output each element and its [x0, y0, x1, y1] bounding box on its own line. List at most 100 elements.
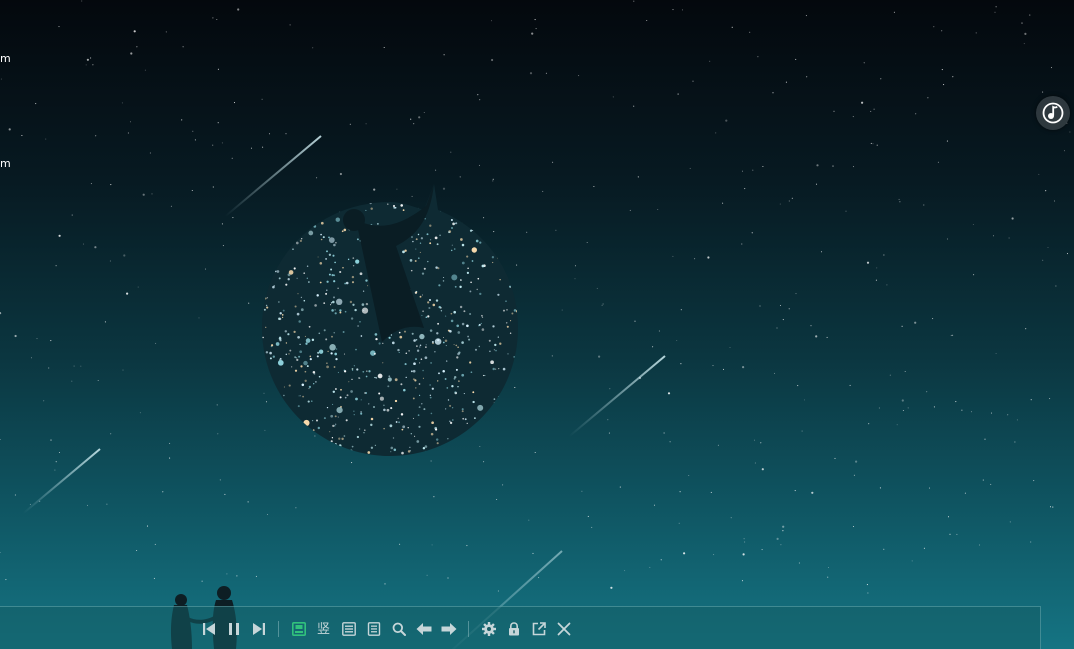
star	[149, 152, 151, 154]
glitter-dot	[481, 264, 485, 268]
pause-button[interactable]	[221, 616, 246, 642]
glitter-dot	[507, 353, 509, 355]
star	[450, 151, 452, 153]
glitter-dot	[435, 266, 438, 269]
star	[608, 432, 610, 434]
glitter-dot	[489, 350, 491, 353]
glitter-dot	[475, 220, 478, 224]
glitter-dot	[498, 368, 500, 370]
glitter-dot	[492, 367, 495, 371]
glitter-dot	[369, 201, 372, 205]
glitter-dot	[291, 366, 293, 368]
glitter-dot	[446, 387, 449, 389]
star	[153, 577, 155, 579]
glitter-dot	[421, 403, 423, 405]
glitter-dot	[348, 381, 350, 383]
glitter-dot	[478, 324, 480, 327]
settings-button[interactable]	[476, 616, 501, 642]
lyrics-forward-button[interactable]	[436, 616, 461, 642]
glitter-dot	[468, 338, 471, 341]
star	[1049, 506, 1052, 508]
star	[676, 339, 678, 342]
open-external-button[interactable]	[526, 616, 551, 642]
glitter-dot	[263, 209, 266, 212]
qq-music-floating-icon[interactable]	[1036, 96, 1070, 130]
star	[459, 176, 461, 178]
glitter-dot	[295, 460, 297, 462]
star	[660, 559, 662, 561]
star	[683, 552, 686, 555]
glitter-dot	[515, 275, 518, 282]
glitter-dot	[314, 450, 317, 453]
glitter-dot	[495, 349, 497, 352]
star	[555, 229, 557, 231]
glitter-dot	[506, 403, 509, 406]
glitter-dot	[403, 330, 407, 333]
glitter-dot	[497, 257, 499, 259]
glitter-dot	[334, 312, 337, 315]
star	[978, 544, 981, 546]
star	[995, 6, 997, 8]
star	[312, 47, 314, 49]
star	[667, 392, 671, 395]
glitter-dot	[379, 396, 384, 401]
glitter-dot	[336, 298, 343, 305]
glitter-dot	[510, 186, 513, 189]
glitter-dot	[277, 317, 281, 320]
glitter-dot	[330, 414, 334, 418]
glitter-dot	[367, 451, 371, 454]
vertical-lyrics-button[interactable]: 竖	[311, 616, 336, 642]
close-button[interactable]	[551, 616, 576, 642]
star	[677, 93, 679, 95]
theme-button[interactable]	[286, 616, 311, 642]
glitter-dot	[349, 300, 353, 304]
glitter-dot	[400, 383, 403, 386]
glitter-dot	[303, 181, 305, 183]
glitter-dot	[308, 443, 311, 446]
lyrics-file-button[interactable]	[361, 616, 386, 642]
glitter-dot	[263, 367, 265, 369]
star	[433, 496, 435, 498]
glitter-dot	[314, 434, 316, 436]
star	[1011, 217, 1014, 220]
glitter-dot	[331, 335, 333, 338]
glitter-dot	[344, 310, 347, 313]
glitter-dot	[367, 403, 370, 405]
glitter-dot	[353, 414, 355, 416]
star	[217, 122, 219, 124]
glitter-dot	[326, 406, 329, 409]
glitter-dot	[314, 380, 317, 383]
glitter-dot	[293, 239, 295, 242]
star	[129, 121, 132, 123]
star	[637, 176, 639, 178]
glitter-dot	[510, 320, 512, 322]
glitter-dot	[278, 256, 281, 259]
next-track-button[interactable]	[246, 616, 271, 642]
glitter-dot	[373, 406, 375, 408]
glitter-dot	[365, 302, 369, 306]
glitter-dot	[469, 361, 472, 364]
glitter-dot	[474, 225, 477, 228]
glitter-dot	[265, 304, 268, 307]
glitter-dot	[385, 188, 389, 191]
star	[803, 399, 806, 401]
lock-button[interactable]	[501, 616, 526, 642]
glitter-dot	[265, 278, 268, 281]
starfield	[0, 0, 1071, 594]
star	[181, 119, 183, 121]
search-lyrics-button[interactable]	[386, 616, 411, 642]
glitter-dot	[427, 260, 429, 263]
previous-track-button[interactable]	[196, 616, 221, 642]
glitter-dot	[518, 446, 522, 450]
glitter-dot	[364, 186, 367, 189]
glitter-dot	[399, 335, 403, 339]
lyrics-backward-button[interactable]	[411, 616, 436, 642]
glitter-dot	[375, 377, 378, 379]
glitter-dot	[470, 446, 473, 449]
glitter-dot	[352, 369, 354, 371]
glitter-dot	[298, 355, 301, 358]
glitter-dot	[281, 314, 284, 316]
glitter-dot	[345, 419, 348, 422]
glitter-dot	[442, 280, 445, 282]
karaoke-button[interactable]	[336, 616, 361, 642]
